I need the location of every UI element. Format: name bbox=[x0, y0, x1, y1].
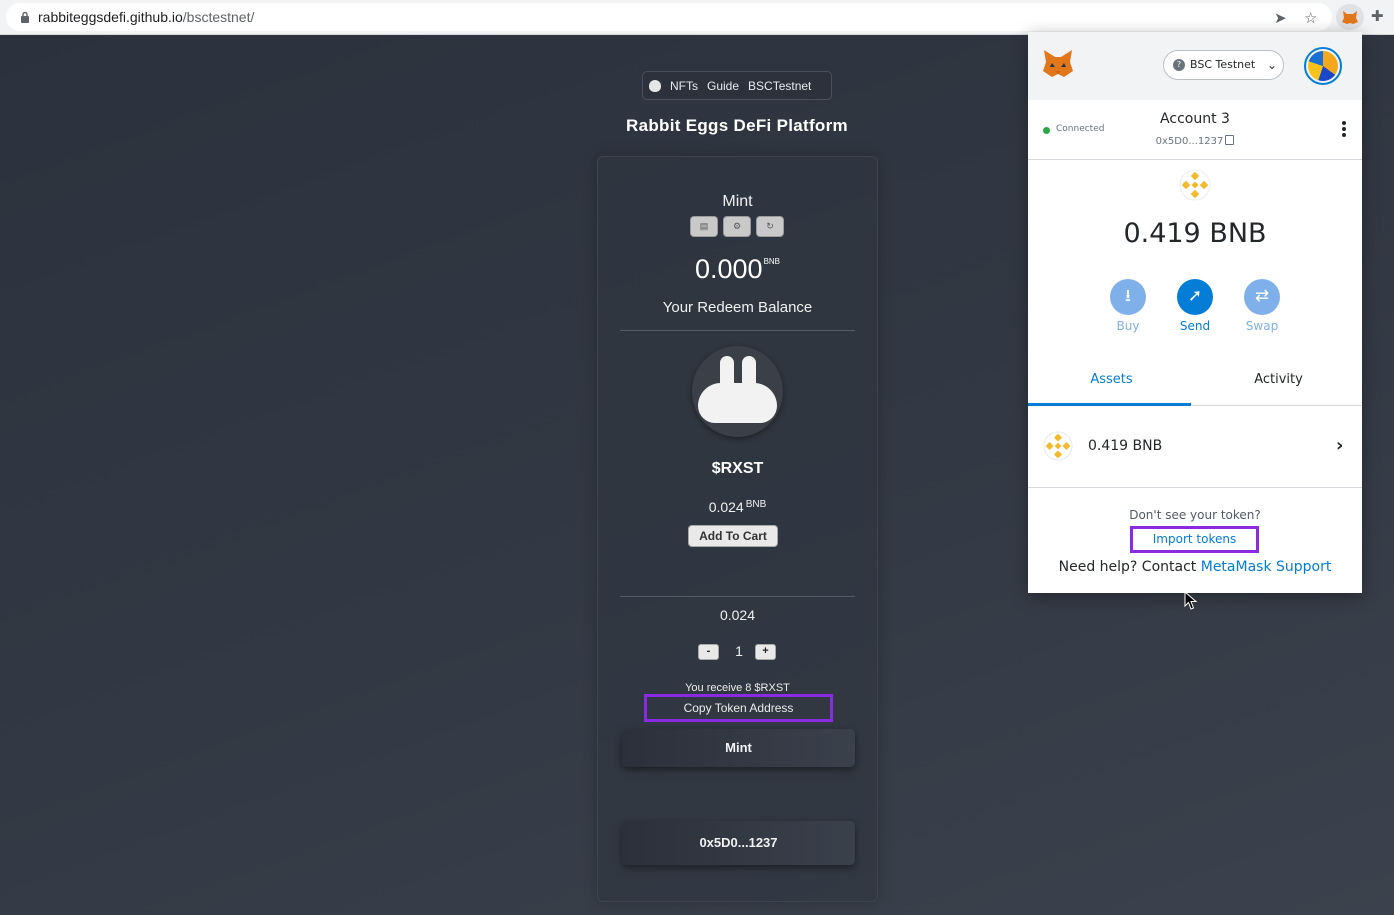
divider bbox=[620, 330, 855, 331]
asset-amount: 0.419 BNB bbox=[1088, 438, 1163, 454]
metamask-fox-icon[interactable] bbox=[1042, 49, 1074, 79]
copy-icon[interactable] bbox=[1225, 135, 1235, 145]
token-price: 0.024 BNB bbox=[597, 499, 878, 515]
buy-icon: ⭳ bbox=[1110, 279, 1146, 315]
bnb-logo-icon bbox=[1179, 169, 1211, 201]
mint-icon-row: ▤ ⚙ ↻ bbox=[690, 216, 784, 237]
decrement-button[interactable]: - bbox=[698, 644, 719, 660]
metamask-header: ? BSC Testnet ⌄ bbox=[1028, 32, 1362, 100]
bnb-asset-icon bbox=[1043, 431, 1073, 461]
nav-guide[interactable]: Guide bbox=[707, 79, 739, 93]
url-text[interactable]: rabbiteggsdefi.github.io/bsctestnet/ bbox=[38, 9, 254, 25]
price-value: 0.024 bbox=[708, 499, 744, 515]
settings-icon[interactable]: ⚙ bbox=[723, 216, 751, 237]
help-prefix: Need help? Contact bbox=[1058, 559, 1197, 575]
browser-toolbar: rabbiteggsdefi.github.io/bsctestnet/ ➤ ☆… bbox=[0, 0, 1394, 35]
cart-total: 0.024 bbox=[719, 607, 756, 623]
nav-nfts[interactable]: NFTs bbox=[670, 79, 698, 93]
price-unit: BNB bbox=[745, 499, 767, 510]
chevron-right-icon[interactable]: › bbox=[1336, 435, 1343, 456]
url-path: /bsctestnet/ bbox=[182, 9, 255, 25]
buy-button[interactable]: ⭳ Buy bbox=[1110, 279, 1146, 333]
token-name: $RXST bbox=[711, 460, 764, 477]
account-address-text: 0x5D0...1237 bbox=[1155, 136, 1224, 147]
page-title: Rabbit Eggs DeFi Platform bbox=[626, 116, 848, 135]
contract-icon[interactable]: ▤ bbox=[690, 216, 718, 237]
connected-status-icon bbox=[1043, 127, 1050, 134]
star-icon[interactable]: ☆ bbox=[1304, 9, 1317, 27]
send-icon[interactable]: ➤ bbox=[1274, 9, 1287, 27]
rabbit-token-icon bbox=[692, 346, 783, 437]
account-options-icon[interactable] bbox=[1339, 121, 1349, 139]
address-bar[interactable]: rabbiteggsdefi.github.io/bsctestnet/ ➤ ☆ bbox=[6, 3, 1332, 31]
nav-network[interactable]: BSCTestnet bbox=[748, 79, 811, 93]
help-text: Need help? Contact MetaMask Support bbox=[1028, 559, 1362, 575]
top-nav: NFTs Guide BSCTestnet bbox=[642, 71, 832, 100]
chevron-down-icon: ⌄ bbox=[1267, 58, 1278, 72]
puzzle-icon[interactable]: ✚ bbox=[1371, 7, 1384, 25]
copy-token-address-button[interactable]: Copy Token Address bbox=[644, 694, 833, 722]
account-row: Connected Account 3 0x5D0...1237 bbox=[1028, 100, 1362, 160]
send-arrow-icon: ➚ bbox=[1177, 279, 1213, 315]
add-to-cart-button[interactable]: Add To Cart bbox=[688, 525, 778, 547]
mint-heading: Mint bbox=[722, 193, 753, 210]
asset-row-bnb[interactable]: 0.419 BNB › bbox=[1028, 406, 1362, 488]
tab-activity[interactable]: Activity bbox=[1195, 372, 1362, 387]
redeem-balance: 0.000BNB bbox=[597, 254, 878, 285]
connected-status[interactable]: Connected bbox=[1056, 124, 1104, 134]
dont-see-token-text: Don't see your token? bbox=[1129, 508, 1261, 522]
rabbit-logo-icon[interactable] bbox=[649, 79, 661, 92]
send-button[interactable]: ➚ Send bbox=[1177, 279, 1213, 333]
receive-text: You receive 8 $RXST bbox=[685, 682, 790, 694]
metamask-support-link[interactable]: MetaMask Support bbox=[1201, 559, 1332, 575]
account-name: Account 3 bbox=[1160, 111, 1230, 127]
quantity-value: 1 bbox=[735, 643, 743, 659]
tab-assets[interactable]: Assets bbox=[1028, 372, 1195, 387]
wallet-balance: 0.419 BNB bbox=[1123, 218, 1267, 249]
lock-icon bbox=[21, 11, 29, 23]
network-help-icon: ? bbox=[1173, 59, 1185, 71]
wallet-address-button[interactable]: 0x5D0...1237 bbox=[622, 821, 855, 865]
account-avatar[interactable] bbox=[1304, 47, 1342, 85]
swap-button[interactable]: ⇄ Swap bbox=[1244, 279, 1280, 333]
refresh-icon[interactable]: ↻ bbox=[756, 216, 784, 237]
swap-label: Swap bbox=[1245, 319, 1279, 333]
swap-icon: ⇄ bbox=[1244, 279, 1280, 315]
network-name: BSC Testnet bbox=[1190, 58, 1256, 71]
increment-button[interactable]: + bbox=[755, 644, 776, 660]
import-tokens-link[interactable]: Import tokens bbox=[1130, 526, 1259, 553]
send-label: Send bbox=[1179, 319, 1211, 333]
metamask-popup: ? BSC Testnet ⌄ Connected Account 3 0x5D… bbox=[1028, 32, 1362, 593]
metamask-extension-icon[interactable] bbox=[1336, 4, 1364, 30]
buy-label: Buy bbox=[1116, 319, 1140, 333]
account-address[interactable]: 0x5D0...1237 bbox=[1118, 135, 1272, 147]
mint-button[interactable]: Mint bbox=[622, 729, 855, 767]
url-domain: rabbiteggsdefi.github.io bbox=[38, 9, 183, 25]
balance-unit: BNB bbox=[763, 257, 781, 266]
mouse-cursor-icon bbox=[1184, 591, 1198, 610]
network-selector[interactable]: ? BSC Testnet ⌄ bbox=[1163, 50, 1284, 80]
divider bbox=[620, 596, 855, 597]
balance-value: 0.000 bbox=[694, 254, 763, 284]
redeem-label: Your Redeem Balance bbox=[662, 299, 813, 316]
